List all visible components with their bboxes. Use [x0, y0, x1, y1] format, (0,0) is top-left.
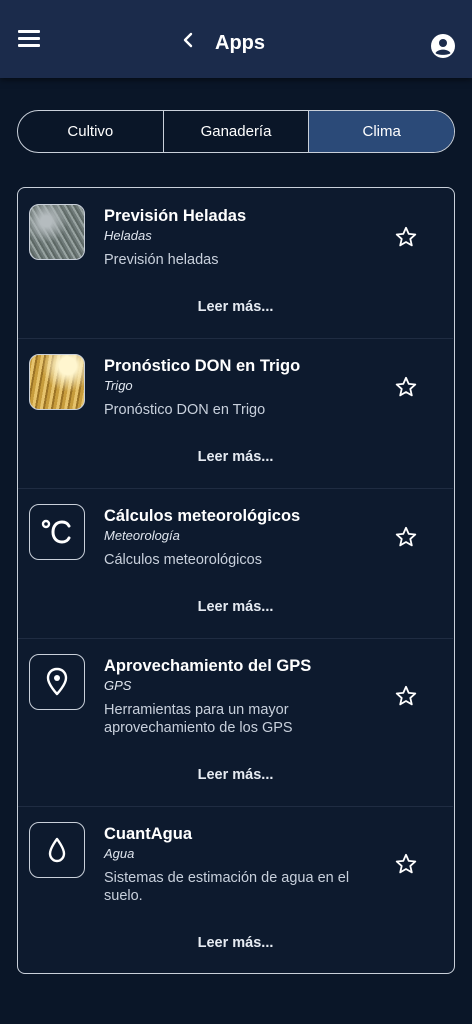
read-more-link[interactable]: Leer más... — [18, 767, 453, 783]
location-pin-icon — [29, 654, 85, 710]
star-icon[interactable] — [394, 375, 418, 399]
tab-clima[interactable]: Clima — [309, 111, 454, 152]
app-card-calculos-meteorologicos: Cálculos meteorológicos Meteorología Cál… — [18, 488, 453, 639]
hamburger-menu-icon[interactable] — [18, 30, 40, 50]
chevron-left-icon[interactable] — [178, 28, 198, 52]
read-more-link[interactable]: Leer más... — [18, 299, 453, 315]
app-category: Agua — [104, 846, 135, 861]
app-category: Meteorología — [104, 528, 180, 543]
frost-photo — [29, 204, 85, 260]
wheat-photo — [29, 354, 85, 410]
app-title: CuantAgua — [104, 825, 192, 843]
tab-ganaderia[interactable]: Ganadería — [164, 111, 310, 152]
read-more-link[interactable]: Leer más... — [18, 599, 453, 615]
app-card-pronostico-don: Pronóstico DON en Trigo Trigo Pronóstico… — [18, 338, 453, 489]
read-more-link[interactable]: Leer más... — [18, 449, 453, 465]
app-title: Pronóstico DON en Trigo — [104, 357, 301, 375]
star-icon[interactable] — [394, 525, 418, 549]
star-icon[interactable] — [394, 852, 418, 876]
app-card-aprovechamiento-gps: Aprovechamiento del GPS GPS Herramientas… — [18, 638, 453, 807]
app-description: Herramientas para un mayor aprovechamien… — [104, 702, 293, 736]
app-description: Pronóstico DON en Trigo — [104, 402, 266, 418]
water-drop-icon — [29, 822, 85, 878]
category-tabs: Cultivo Ganadería Clima — [17, 110, 455, 153]
app-category: Heladas — [104, 228, 152, 243]
app-description: Cálculos meteorológicos — [104, 552, 262, 568]
celsius-icon — [29, 504, 85, 560]
app-list: Previsión Heladas Heladas Previsión hela… — [17, 187, 455, 974]
read-more-link[interactable]: Leer más... — [18, 935, 453, 951]
app-card-prevision-heladas: Previsión Heladas Heladas Previsión hela… — [18, 188, 453, 339]
app-title: Previsión Heladas — [104, 207, 247, 225]
app-bar: Apps — [0, 0, 472, 78]
account-circle-icon[interactable] — [430, 33, 456, 59]
tab-cultivo[interactable]: Cultivo — [18, 111, 164, 152]
app-card-cuantagua: CuantAgua Agua Sistemas de estimación de… — [18, 806, 453, 973]
star-icon[interactable] — [394, 684, 418, 708]
app-title: Cálculos meteorológicos — [104, 507, 301, 525]
app-category: Trigo — [104, 378, 133, 393]
app-description: Previsión heladas — [104, 252, 219, 268]
page-title: Apps — [215, 32, 265, 54]
app-category: GPS — [104, 678, 132, 693]
app-description: Sistemas de estimación de agua en el sue… — [104, 870, 350, 904]
app-title: Aprovechamiento del GPS — [104, 657, 312, 675]
star-icon[interactable] — [394, 225, 418, 249]
